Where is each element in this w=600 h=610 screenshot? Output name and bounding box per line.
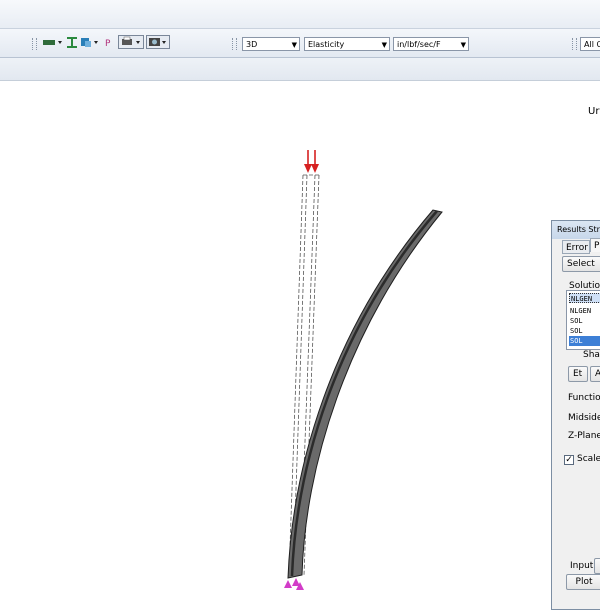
view-mode-value: 3D — [246, 40, 258, 49]
section-tool-icon[interactable] — [80, 35, 100, 49]
list-item[interactable]: SOL — [569, 336, 600, 346]
toolbar-grip[interactable] — [32, 38, 37, 50]
tab-plot[interactable]: P — [590, 238, 600, 252]
units-dropdown[interactable]: in/lbf/sec/F ▼ — [393, 37, 469, 51]
chevron-down-icon: ▼ — [381, 41, 387, 49]
input-label: Input — [570, 561, 594, 571]
model-viewport[interactable] — [0, 81, 600, 600]
chevron-down-icon: ▼ — [460, 41, 466, 49]
chevron-down-icon: ▼ — [291, 41, 297, 49]
result-type-dropdown[interactable]: Elasticity ▼ — [304, 37, 390, 51]
input-dropdown[interactable] — [594, 558, 600, 574]
et-button[interactable]: Et — [568, 366, 588, 382]
units-value: in/lbf/sec/F — [397, 40, 441, 49]
zplane-label: Z-Plane: — [568, 431, 600, 441]
scale-checkbox[interactable]: ✓ — [564, 455, 574, 465]
camera-icon[interactable] — [146, 35, 170, 49]
toolbar-grip[interactable] — [572, 38, 577, 50]
toolbar-grip[interactable] — [232, 38, 237, 50]
filter-value: All O — [584, 40, 600, 49]
midsides-label: Midsides — [568, 413, 600, 423]
select-button[interactable]: Select — [562, 256, 600, 272]
list-item[interactable]: SOL — [569, 326, 600, 336]
tab-error[interactable]: Error — [562, 240, 590, 254]
solution-listbox[interactable]: NLGEN NLGEN SOL SOL SOL — [566, 290, 600, 350]
a-button[interactable]: A — [590, 366, 600, 382]
beam-shape-icon[interactable] — [42, 35, 64, 49]
constraint-icon — [284, 578, 304, 590]
list-item[interactable]: NLGEN — [569, 293, 600, 303]
view-mode-dropdown[interactable]: 3D ▼ — [242, 37, 300, 51]
i-beam-icon[interactable] — [66, 35, 78, 49]
beam-highlight-edge — [290, 210, 438, 577]
title-strip — [0, 0, 600, 29]
svg-text:P: P — [105, 39, 111, 49]
filter-dropdown[interactable]: All O — [580, 37, 600, 51]
shape-label: Shap — [583, 350, 600, 360]
secondary-toolbar — [0, 58, 600, 81]
results-panel-title: Results Stre — [552, 221, 600, 239]
result-type-value: Elasticity — [308, 40, 345, 49]
plot-button[interactable]: Plot — [566, 574, 600, 590]
functions-label: Functions — [568, 393, 600, 403]
print-icon[interactable] — [118, 35, 144, 49]
list-item[interactable]: NLGEN — [569, 306, 600, 316]
load-arrow-icon — [304, 150, 319, 173]
p-property-icon[interactable]: P — [104, 35, 114, 49]
scale-label: Scale: — [577, 454, 600, 464]
list-item[interactable]: SOL — [569, 316, 600, 326]
